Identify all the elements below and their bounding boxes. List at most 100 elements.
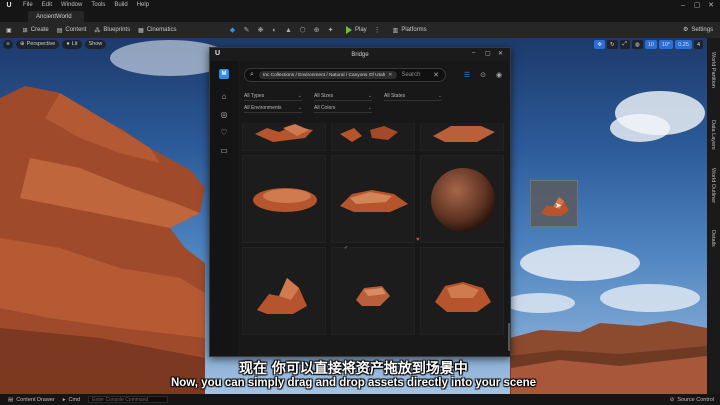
chip-remove-icon[interactable]: ✕ — [388, 72, 392, 78]
filter-types[interactable]: All Types ⌄ — [244, 91, 302, 101]
side-tab-details[interactable]: Details — [710, 230, 716, 247]
select-mode-icon[interactable]: ◆ — [228, 26, 237, 35]
rock-thumbnail — [340, 126, 398, 142]
settings-label: Settings — [691, 26, 714, 33]
bridge-titlebar[interactable]: U Bridge – ▢ ✕ — [210, 48, 510, 61]
brush-icon[interactable]: ⊕ — [312, 26, 321, 35]
favorite-heart-icon[interactable]: ♥ — [416, 237, 420, 243]
asset-tile[interactable] — [331, 247, 415, 335]
create-button[interactable]: ⊞ Create — [23, 27, 49, 34]
subtitle-english: Now, you can simply drag and drop assets… — [170, 377, 537, 389]
show-button[interactable]: Show — [84, 39, 107, 49]
project-tab[interactable]: AncientWorld — [28, 11, 84, 22]
close-icon[interactable]: ✕ — [498, 50, 503, 57]
search-bar[interactable]: ⌕ Inc Collections / Environment / Natura… — [244, 68, 446, 82]
source-control-label: Source Control — [677, 396, 714, 403]
camera-speed-value: 4 — [696, 41, 700, 48]
source-control-button[interactable]: ⊘ Source Control — [670, 394, 714, 405]
clear-search-icon[interactable]: ✕ — [433, 71, 439, 79]
unreal-logo-icon: U — [6, 1, 12, 9]
menu-file[interactable]: File — [23, 2, 33, 8]
gear-icon: ⚙ — [683, 27, 689, 33]
filter-environments[interactable]: All Environments ⌄ — [244, 103, 302, 113]
blueprints-icon: ⁂ — [94, 27, 101, 34]
settings-button[interactable]: ⚙ Settings — [683, 26, 714, 34]
menu-build[interactable]: Build — [114, 2, 127, 8]
asset-tile[interactable] — [420, 247, 504, 335]
scale-tool-icon[interactable]: ⤢ — [619, 40, 630, 49]
asset-tile[interactable] — [331, 123, 415, 151]
content-button[interactable]: ▤ Content — [57, 27, 87, 34]
asset-tile[interactable] — [242, 123, 326, 151]
cmd-button[interactable]: ▸ Cmd — [63, 397, 80, 403]
translate-tool-icon[interactable]: ✥ — [594, 40, 605, 49]
home-icon[interactable]: ⌂ — [219, 91, 229, 101]
filter-sizes[interactable]: All Sizes ⌄ — [314, 91, 372, 101]
grid-snap-button[interactable]: 10 — [644, 40, 657, 49]
download-icon[interactable]: ⊙ — [478, 70, 488, 80]
content-drawer-button[interactable]: ▤ Content Drawer — [8, 397, 55, 403]
camera-speed-button[interactable]: 4 — [693, 40, 703, 49]
menu-edit[interactable]: Edit — [42, 2, 52, 8]
console-command-input[interactable]: Enter Console Command — [88, 396, 169, 403]
world-space-icon[interactable]: ◍ — [631, 40, 643, 49]
asset-tile[interactable] — [242, 247, 326, 335]
minimize-icon[interactable]: – — [472, 50, 475, 56]
perspective-button[interactable]: ⊕ Perspective — [16, 39, 60, 49]
cinematics-button[interactable]: ▦ Cinematics — [138, 27, 176, 34]
rotate-tool-icon[interactable]: ↻ — [606, 40, 618, 49]
maximize-icon[interactable]: ▢ — [485, 50, 491, 57]
animation-icon[interactable]: ✦ — [326, 26, 335, 35]
save-button[interactable]: ▣ — [6, 27, 15, 34]
play-button[interactable]: Play — [346, 26, 367, 34]
filter-icon[interactable]: ☰ — [462, 70, 472, 80]
grid-scrollbar[interactable] — [508, 323, 510, 351]
asset-tile[interactable] — [242, 155, 326, 243]
cinematics-label: Cinematics — [146, 27, 177, 33]
menu-window[interactable]: Window — [61, 2, 82, 8]
user-account-icon[interactable]: ◉ — [494, 70, 504, 80]
menu-help[interactable]: Help — [137, 2, 149, 8]
mouse-cursor-icon: ➤ — [555, 201, 562, 210]
filter-colors[interactable]: All Colors ⌄ — [314, 103, 372, 113]
asset-tile[interactable] — [331, 155, 415, 243]
chevron-down-icon: ⌄ — [367, 92, 372, 99]
rock-thumbnail — [253, 188, 317, 212]
local-library-icon[interactable]: ▭ — [219, 145, 229, 155]
mesh-paint-icon[interactable]: ◐ — [270, 26, 279, 35]
maximize-icon[interactable]: ▢ — [690, 0, 704, 10]
foliage-mode-icon[interactable]: ❋ — [256, 26, 265, 35]
asset-tile[interactable] — [420, 155, 504, 243]
close-icon[interactable]: ✕ — [704, 0, 718, 10]
lit-label: Lit — [71, 41, 78, 47]
blueprints-button[interactable]: ⁂ Blueprints — [94, 27, 130, 34]
scale-snap-button[interactable]: 0.25 — [675, 40, 692, 49]
favorites-icon[interactable]: ♡ — [219, 127, 229, 137]
cinematics-icon: ▦ — [138, 27, 144, 34]
collection-chip-label: Inc Collections / Environment / Natural … — [262, 72, 386, 78]
play-options-icon[interactable]: ⋮ — [373, 26, 382, 35]
terminal-icon: ▸ — [62, 396, 66, 403]
collection-filter-chip[interactable]: Inc Collections / Environment / Natural … — [258, 71, 397, 79]
rotation-snap-button[interactable]: 10° — [658, 40, 674, 49]
side-tab-world-outliner[interactable]: World Outliner — [710, 168, 716, 203]
blueprints-label: Blueprints — [103, 27, 131, 33]
platforms-label: Platforms — [401, 27, 427, 33]
globe-icon[interactable]: ◎ — [219, 109, 229, 119]
status-bar: ▤ Content Drawer ▸ Cmd Enter Console Com… — [0, 394, 720, 405]
side-tab-data-layers[interactable]: Data Layers — [710, 120, 716, 150]
minimize-icon[interactable]: – — [676, 0, 690, 10]
landscape-mode-icon[interactable]: ✎ — [242, 26, 251, 35]
viewport-menu-button[interactable]: ≡ — [3, 39, 13, 49]
platforms-button[interactable]: ▥ Platforms — [393, 27, 427, 34]
dragged-asset-preview[interactable] — [530, 180, 578, 227]
menu-tools[interactable]: Tools — [91, 2, 105, 8]
asset-tile[interactable] — [420, 123, 504, 151]
lit-button[interactable]: ● Lit — [62, 39, 82, 49]
side-tab-world-partition[interactable]: World Partition — [710, 52, 716, 88]
modeling-icon[interactable]: ▲ — [284, 26, 293, 35]
megascans-icon[interactable]: M — [219, 69, 229, 79]
search-input[interactable]: Search — [402, 72, 421, 78]
fracture-icon[interactable]: ⬡ — [298, 26, 307, 35]
filter-states[interactable]: All States ⌄ — [384, 91, 442, 101]
